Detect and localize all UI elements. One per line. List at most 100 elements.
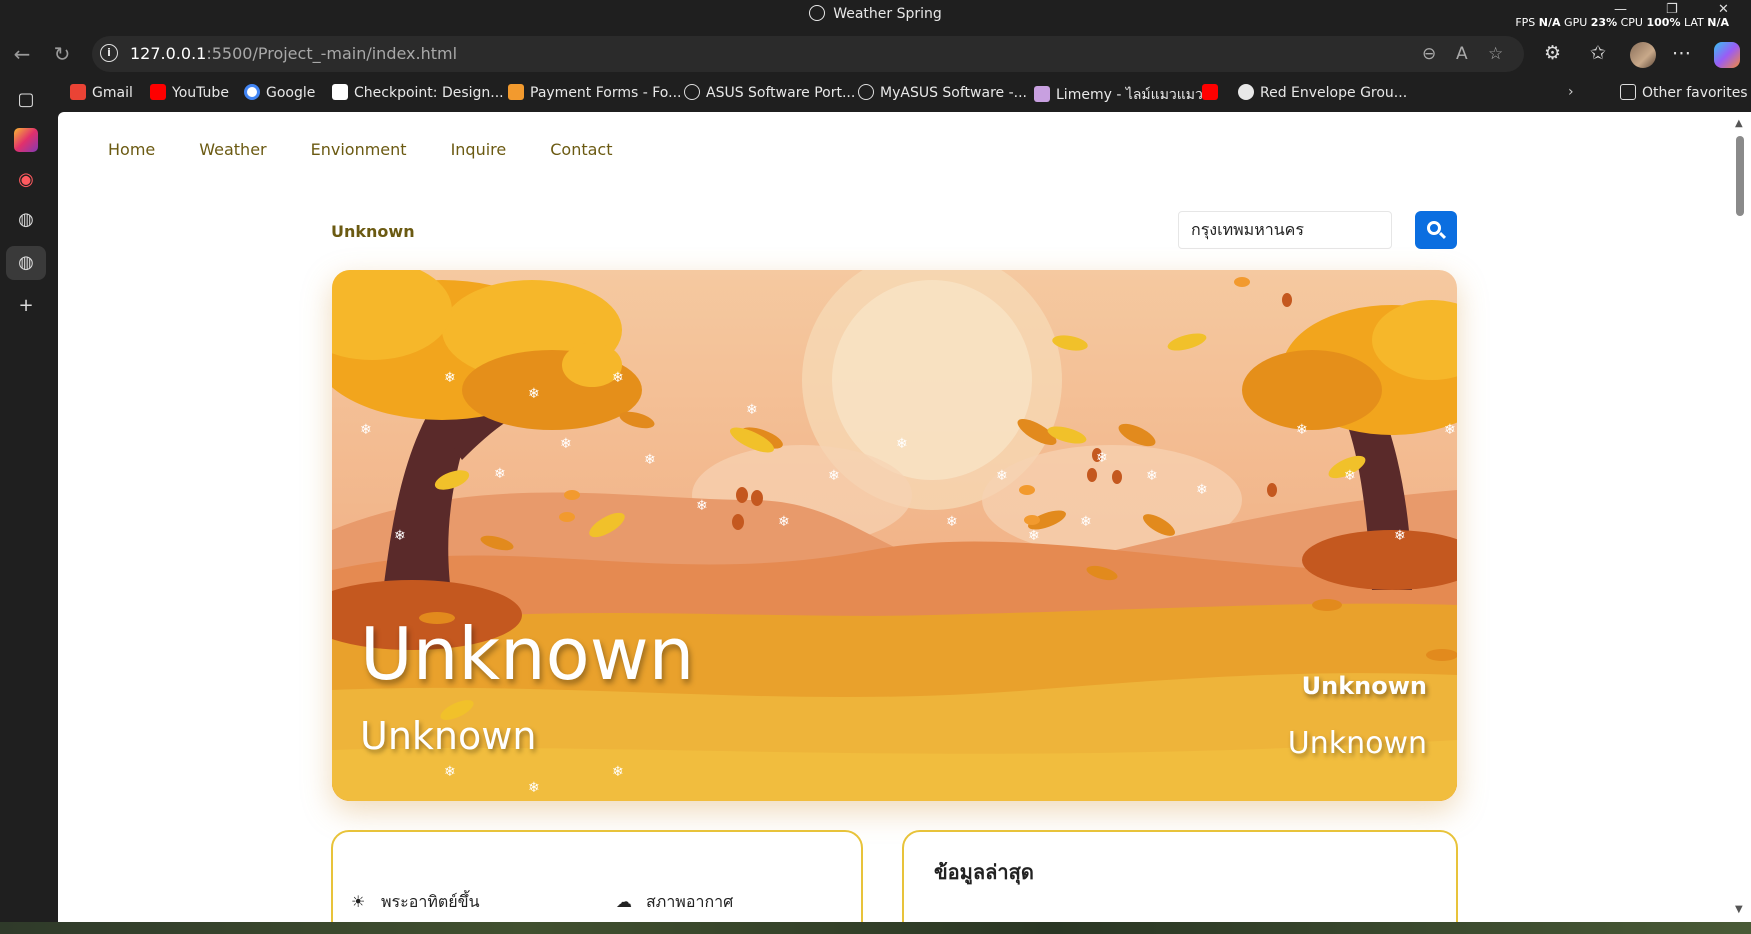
window-titlebar: Weather Spring — ❐ ✕ FPS N/A GPU 23% CPU…: [0, 0, 1751, 29]
envelope-icon: [1238, 84, 1254, 100]
snowflake-icon: ❄: [528, 780, 540, 796]
bookmark-checkpoint[interactable]: Checkpoint: Design...: [332, 84, 504, 101]
bookmark-youtube[interactable]: YouTube: [150, 84, 229, 101]
snowflake-icon: ❄: [746, 402, 758, 418]
close-button[interactable]: ✕: [1718, 2, 1729, 17]
youtube-icon: [1202, 84, 1218, 100]
nav-weather[interactable]: Weather: [199, 140, 266, 159]
record-icon[interactable]: ◉: [14, 168, 38, 192]
snowflake-icon: ❄: [494, 466, 506, 482]
bookmark-gmail[interactable]: Gmail: [70, 84, 133, 101]
snowflake-icon: ❄: [1444, 422, 1456, 438]
globe-icon: [858, 84, 874, 100]
nav-inquire[interactable]: Inquire: [451, 140, 507, 159]
snowflake-icon: ❄: [612, 764, 624, 780]
bookmarks-overflow-chevron-icon[interactable]: ›: [1568, 84, 1574, 100]
city-name: Unknown: [331, 222, 415, 241]
snowflake-icon: ❄: [360, 422, 372, 438]
performance-overlay: FPS N/A GPU 23% CPU 100% LAT N/A: [1515, 16, 1729, 29]
nav-environment[interactable]: Envionment: [311, 140, 407, 159]
bookmarks-bar: Gmail YouTube Google Checkpoint: Design.…: [62, 80, 1751, 106]
more-menu-icon[interactable]: ⋯: [1672, 42, 1691, 64]
nav-home[interactable]: Home: [108, 140, 155, 159]
snowflake-icon: ❄: [828, 468, 840, 484]
page-icon: [332, 84, 348, 100]
snowflake-icon: ❄: [1296, 422, 1308, 438]
minimize-button[interactable]: —: [1614, 2, 1627, 17]
tab-actions-icon[interactable]: ▢: [14, 88, 38, 112]
sun-conditions-card: ☀ พระอาทิตย์ขึ้น ☁ สภาพอากาศ: [331, 830, 863, 922]
snowflake-icon: ❄: [394, 528, 406, 544]
snowflake-icon: ❄: [560, 436, 572, 452]
maximize-button[interactable]: ❐: [1666, 2, 1678, 17]
snowflake-icon: ❄: [996, 468, 1008, 484]
bookmark-youtube-2[interactable]: [1202, 84, 1224, 101]
refresh-button[interactable]: ↻: [50, 42, 74, 66]
snowflake-icon: ❄: [896, 436, 908, 452]
city-search-input[interactable]: [1178, 211, 1392, 249]
snowflake-icon: ❄: [1146, 468, 1158, 484]
forms-icon: [508, 84, 524, 100]
favorites-icon[interactable]: ✩: [1590, 42, 1606, 64]
bookmark-myasus[interactable]: MyASUS Software -...: [858, 84, 1027, 101]
zoom-icon[interactable]: ⊖: [1422, 44, 1436, 64]
scroll-down-arrow-icon[interactable]: ▼: [1735, 904, 1743, 915]
weather-detail-top: Unknown: [1301, 672, 1427, 700]
bookmark-asus-portal[interactable]: ASUS Software Port...: [684, 84, 855, 101]
extensions-icon[interactable]: ⚙: [1544, 42, 1561, 64]
url-text[interactable]: 127.0.0.1:5500/Project_-main/index.html: [130, 44, 457, 63]
bookmark-limemy[interactable]: Limemy - ไลม์แมวแมว: [1034, 84, 1203, 106]
snowflake-icon: ❄: [1344, 468, 1356, 484]
browser-toolbar: ← ↻ i 127.0.0.1:5500/Project_-main/index…: [0, 34, 1751, 74]
google-icon: [244, 84, 260, 100]
sun-icon: ☀: [351, 892, 366, 911]
weather-detail-bottom: Unknown: [1287, 726, 1427, 761]
snowflake-icon: ❄: [1394, 528, 1406, 544]
snowflake-icon: ❄: [696, 498, 708, 514]
scroll-up-arrow-icon[interactable]: ▲: [1735, 118, 1743, 129]
snowflake-icon: ❄: [444, 764, 456, 780]
gmail-icon: [70, 84, 86, 100]
cloud-rain-icon: ☁: [616, 892, 632, 911]
read-aloud-icon[interactable]: A: [1456, 44, 1468, 64]
back-button[interactable]: ←: [10, 42, 34, 66]
favorite-star-icon[interactable]: ☆: [1488, 44, 1503, 64]
instagram-icon[interactable]: [14, 128, 38, 152]
add-tab-icon[interactable]: +: [14, 294, 38, 318]
weather-hero-card: ❄ ❄ ❄ ❄ ❄ ❄ ❄ ❄ ❄ ❄ ❄ ❄ ❄ ❄ ❄ ❄ ❄ ❄ ❄ ❄ …: [332, 270, 1457, 801]
snowflake-icon: ❄: [778, 514, 790, 530]
snowflake-icon: ❄: [1028, 528, 1040, 544]
conditions-row: ☁ สภาพอากาศ: [616, 892, 734, 911]
snowflake-icon: ❄: [1196, 482, 1208, 498]
desktop-wallpaper-strip: [0, 922, 1751, 934]
snowflake-icon: ❄: [528, 386, 540, 402]
current-temperature: Unknown: [360, 612, 695, 696]
search-button[interactable]: [1415, 211, 1457, 249]
folder-icon: [1620, 84, 1636, 100]
active-globe-tab-icon[interactable]: ◍: [6, 246, 46, 280]
youtube-icon: [150, 84, 166, 100]
globe-tab-icon[interactable]: ◍: [14, 208, 38, 232]
page-viewport: Home Weather Envionment Inquire Contact Unkn…: [58, 112, 1731, 922]
snowflake-icon: ❄: [1080, 514, 1092, 530]
snowflake-icon: ❄: [444, 370, 456, 386]
bookmark-payment-forms[interactable]: Payment Forms - Fo...: [508, 84, 681, 101]
site-info-icon[interactable]: i: [100, 44, 118, 62]
latest-data-card: ข้อมูลล่าสุด: [902, 830, 1458, 922]
profile-avatar[interactable]: [1630, 42, 1656, 68]
snowflake-icon: ❄: [612, 370, 624, 386]
sunrise-row: ☀ พระอาทิตย์ขึ้น: [351, 892, 480, 911]
globe-icon: [684, 84, 700, 100]
address-bar[interactable]: i 127.0.0.1:5500/Project_-main/index.htm…: [92, 36, 1524, 72]
browser-sidebar: ▢ ◉ ◍ ◍ +: [0, 80, 52, 934]
window-title: Weather Spring: [0, 5, 1751, 22]
nav-contact[interactable]: Contact: [550, 140, 612, 159]
bookmark-red-envelope[interactable]: Red Envelope Grou...: [1238, 84, 1407, 101]
page-scrollbar[interactable]: ▲ ▼: [1731, 112, 1751, 922]
scrollbar-thumb[interactable]: [1736, 136, 1744, 216]
copilot-icon[interactable]: [1714, 42, 1740, 68]
globe-icon: [809, 5, 826, 21]
other-favorites[interactable]: Other favorites: [1620, 84, 1748, 101]
bookmark-google[interactable]: Google: [244, 84, 315, 101]
weather-description: Unknown: [360, 714, 537, 758]
